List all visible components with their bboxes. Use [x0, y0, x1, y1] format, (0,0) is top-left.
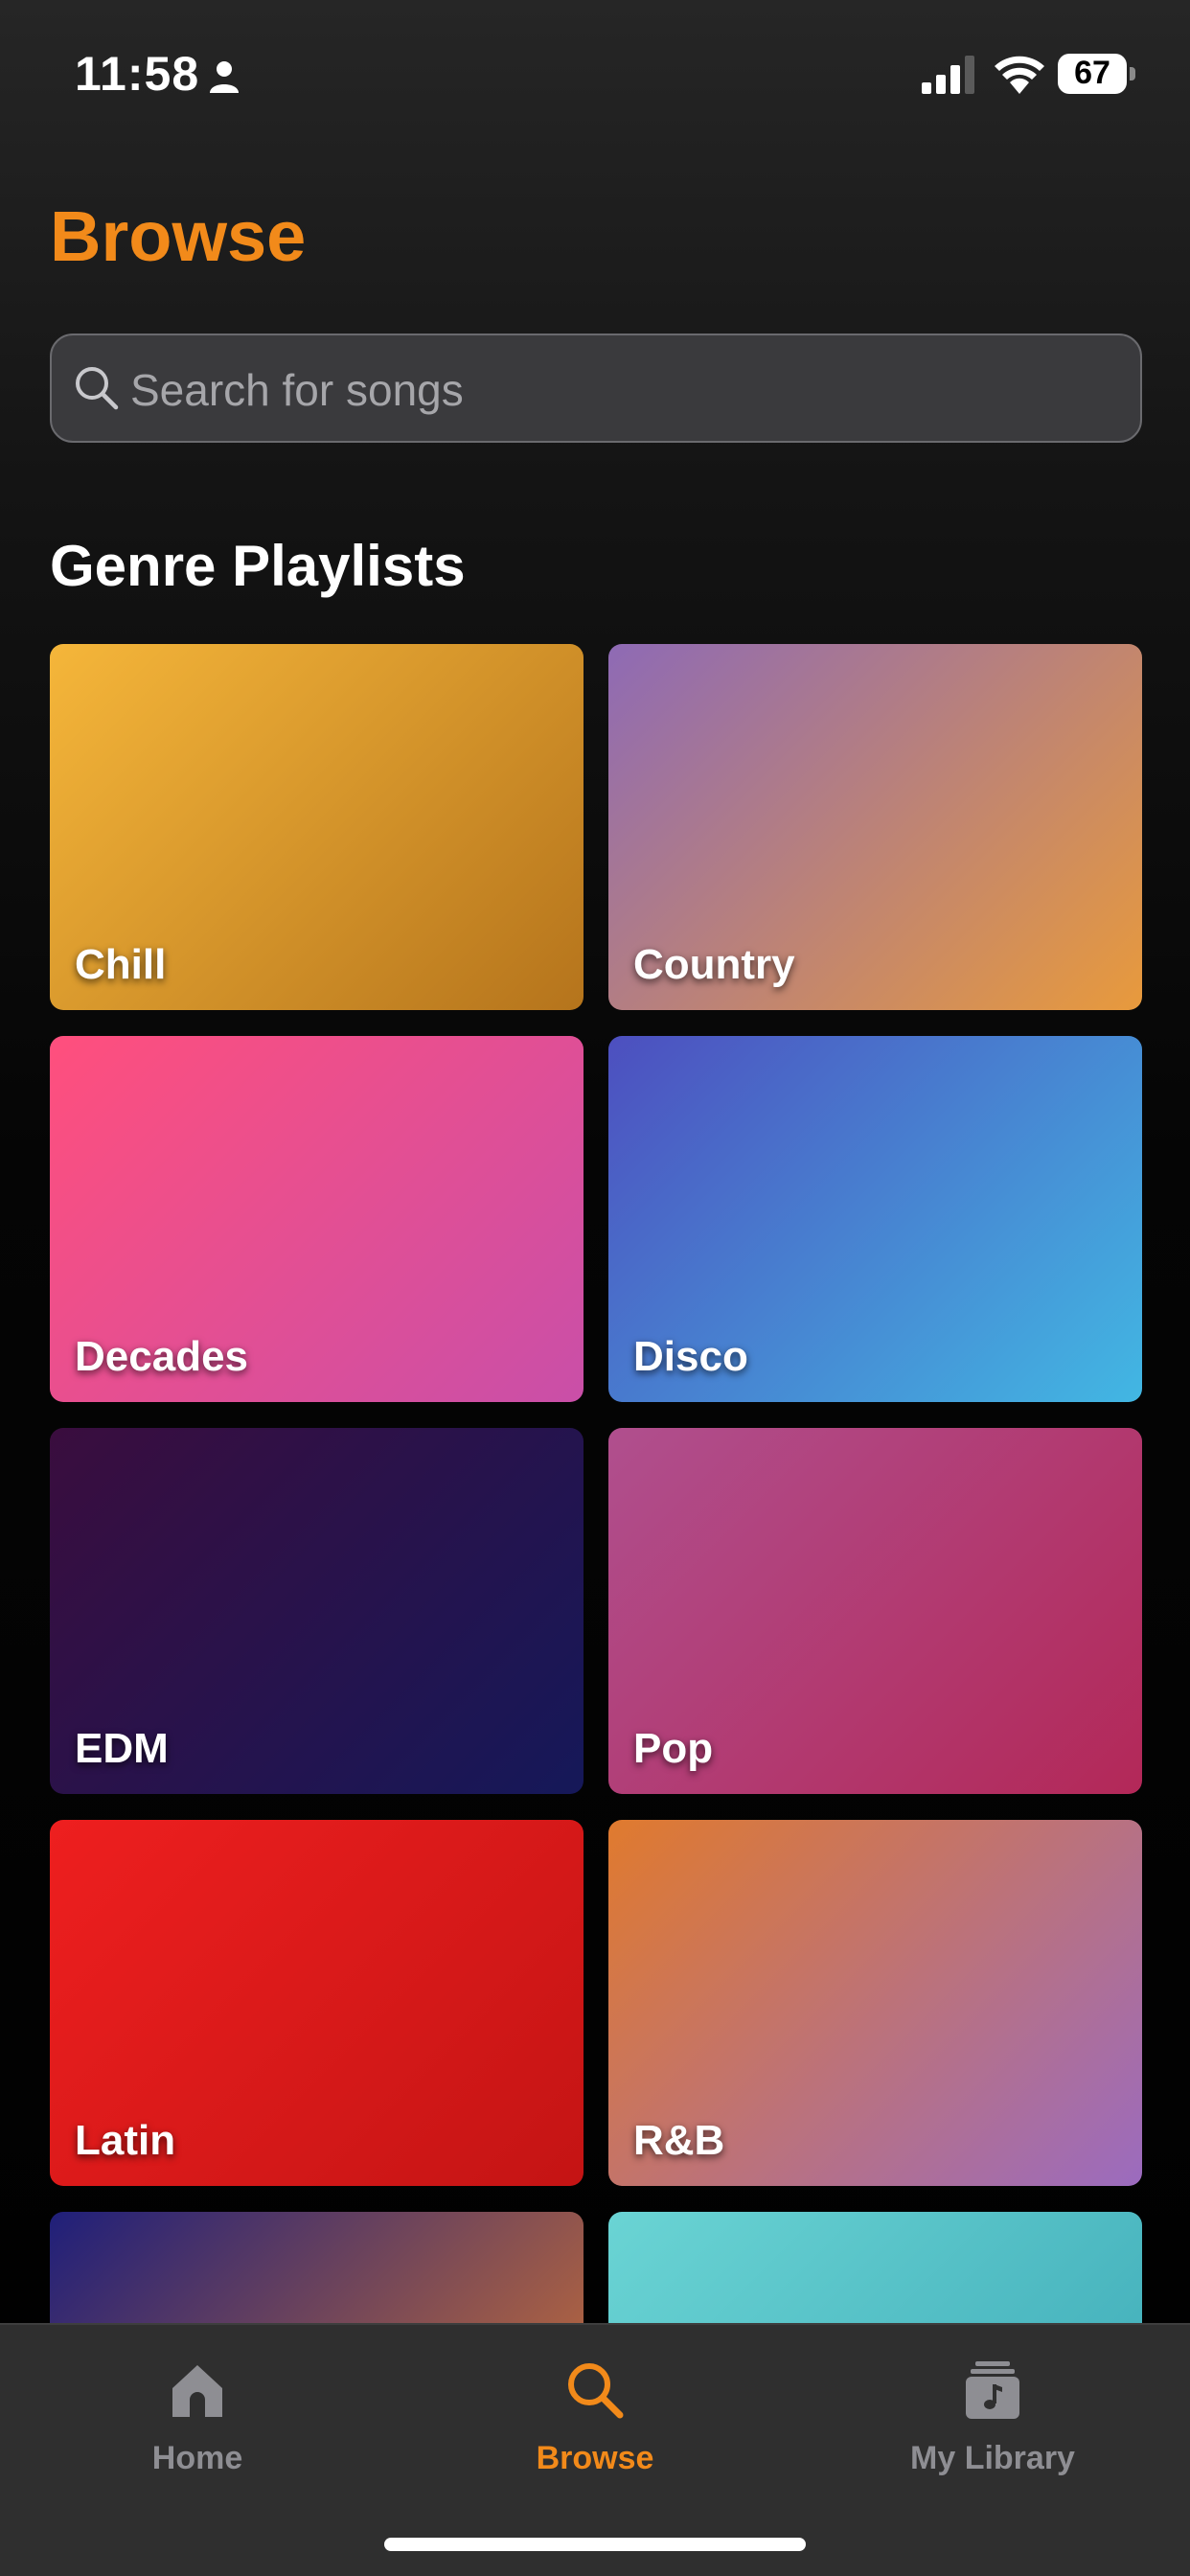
genre-label: R&B	[633, 2117, 725, 2164]
tab-label: Browse	[536, 2440, 654, 2476]
tab-label: Home	[151, 2440, 243, 2476]
battery-icon: 67	[1058, 54, 1135, 94]
search-icon	[568, 2363, 624, 2419]
status-time: 11:58	[75, 47, 200, 101]
genre-label: Decades	[75, 1333, 249, 1380]
battery-level: 67	[1074, 55, 1110, 91]
genre-tile-chill[interactable]: Chill	[50, 644, 584, 1010]
tab-home[interactable]: Home	[54, 2359, 341, 2494]
genre-tile-latin[interactable]: Latin	[50, 1820, 584, 2186]
genre-tile-edm[interactable]: EDM	[50, 1428, 584, 1794]
genre-label: Country	[633, 941, 795, 988]
wifi-icon	[995, 56, 1044, 94]
genre-label: EDM	[75, 1725, 169, 1772]
tab-my-library[interactable]: My Library	[849, 2359, 1136, 2494]
genre-tile-rnb[interactable]: R&B	[608, 1820, 1142, 2186]
search-placeholder: Search for songs	[130, 365, 464, 415]
genre-label: Pop	[633, 1725, 714, 1772]
status-bar: 11:58 67	[0, 0, 1190, 153]
genre-artwork	[608, 2212, 1142, 2323]
person-icon	[210, 61, 239, 93]
search-input[interactable]: Search for songs	[50, 334, 1142, 443]
genre-tile-country[interactable]: Country	[608, 644, 1142, 1010]
genre-label: Disco	[633, 1333, 748, 1380]
section-title: Genre Playlists	[50, 534, 466, 598]
genre-tile-disco[interactable]: Disco	[608, 1036, 1142, 1402]
genre-label: Chill	[75, 941, 167, 988]
genre-tile-partial[interactable]	[608, 2212, 1142, 2323]
home-icon	[172, 2365, 222, 2417]
genre-tile-decades[interactable]: Decades	[50, 1036, 584, 1402]
library-icon	[966, 2361, 1019, 2419]
genre-grid: Chill Country Decades Disco EDM Pop Lati…	[50, 644, 1142, 2323]
tab-browse[interactable]: Browse	[451, 2359, 739, 2494]
search-icon	[76, 367, 119, 410]
home-indicator[interactable]	[384, 2538, 806, 2551]
genre-artwork	[50, 2212, 584, 2323]
genre-tile-partial[interactable]	[50, 2212, 584, 2323]
tab-label: My Library	[910, 2440, 1075, 2476]
genre-tile-pop[interactable]: Pop	[608, 1428, 1142, 1794]
page-title: Browse	[50, 196, 307, 276]
signal-icon	[922, 56, 974, 94]
genre-label: Latin	[75, 2117, 176, 2164]
